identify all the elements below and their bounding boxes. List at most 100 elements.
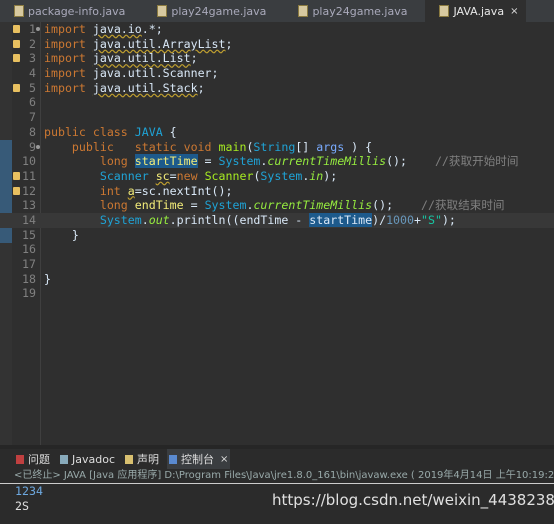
code-line: 6 — [0, 95, 554, 110]
line-number: 9 — [29, 139, 36, 154]
code-token: .println((endTime - — [169, 212, 310, 227]
code-text: long startTime = System.currentTimeMilli… — [44, 154, 518, 169]
panel-tab-icon — [169, 454, 177, 464]
code-line: 17 — [0, 257, 554, 272]
code-token: import — [44, 66, 86, 81]
line-number: 19 — [22, 286, 36, 301]
code-token: java.util.ArrayList — [92, 36, 226, 51]
panel-tab-0[interactable]: 问题 — [14, 449, 52, 469]
code-text: import java.util.Stack; — [44, 81, 205, 96]
code-token: endTime — [134, 198, 184, 213]
code-token: a — [127, 183, 135, 198]
code-text: import java.util.Scanner; — [44, 66, 219, 81]
code-text: import java.util.List; — [44, 51, 198, 66]
panel-tab-icon — [60, 454, 68, 464]
code-lines[interactable]: 1 import java.io.*; 2 import java.util.Arra… — [0, 22, 554, 301]
code-text: Scanner sc=new Scanner(System.in); — [44, 169, 337, 184]
code-token: import — [44, 22, 86, 36]
panel-tab-3[interactable]: 控制台 × — [167, 449, 231, 469]
code-token: main — [218, 139, 247, 154]
code-token: int — [44, 183, 128, 198]
line-number: 4 — [29, 66, 36, 81]
code-line: 9 public static void main(String[] args … — [0, 140, 554, 155]
line-number: 7 — [29, 110, 36, 125]
code-token: java.util.List — [92, 51, 191, 66]
tab-play24game-java[interactable]: play24game.java — [284, 0, 415, 22]
java-file-icon — [157, 5, 168, 17]
fold-toggle-icon[interactable] — [36, 144, 40, 149]
panel-tab-icon — [16, 454, 24, 464]
code-text: public static void main(String[] args ) … — [44, 140, 372, 155]
code-token: java.util.Scanner; — [85, 66, 219, 81]
code-token: //获取开始时间 — [434, 154, 519, 169]
tab-play24game-java[interactable]: play24game.java — [143, 0, 274, 22]
code-token: System — [44, 212, 142, 227]
code-token: startTime — [134, 154, 198, 169]
code-token: public static void — [44, 139, 219, 154]
line-number: 1 — [29, 22, 36, 36]
code-line: 13 long endTime = System.currentTimeMill… — [0, 198, 554, 213]
code-token: out — [148, 212, 170, 227]
code-token: startTime — [309, 212, 373, 227]
console-header: <已终止> JAVA [Java 应用程序] D:\Program Files\… — [0, 469, 554, 484]
code-token: ; — [190, 51, 198, 66]
code-token: in — [309, 168, 324, 183]
tab-label: play24game.java — [171, 4, 267, 18]
code-text: long endTime = System.currentTimeMillis(… — [44, 198, 505, 213]
code-token: currentTimeMillis — [253, 198, 373, 213]
code-token: "S" — [420, 212, 442, 227]
code-token: java.util.Stack — [92, 80, 198, 95]
tab-package-info-java[interactable]: package-info.java — [0, 0, 133, 22]
code-token: } — [44, 271, 51, 286]
code-token: [] — [295, 139, 317, 154]
code-token: Scanner — [44, 168, 156, 183]
line-number: 8 — [29, 124, 36, 139]
code-token: =sc.nextInt(); — [134, 183, 233, 198]
code-token: System — [204, 198, 247, 213]
line-number: 2 — [29, 36, 36, 51]
line-number: 12 — [22, 183, 36, 198]
fold-toggle-icon[interactable] — [36, 27, 40, 31]
code-token: ) { — [344, 139, 373, 154]
code-token: ); — [323, 168, 338, 183]
code-text: int a=sc.nextInt(); — [44, 183, 233, 199]
code-token: args — [316, 139, 345, 154]
tab-label: package-info.java — [28, 4, 126, 18]
code-token: long — [44, 154, 135, 169]
code-token: (); — [372, 198, 421, 213]
code-token: //获取结束时间 — [421, 198, 505, 213]
code-token: java.io — [92, 22, 142, 36]
code-token: ); — [441, 212, 456, 227]
line-number: 10 — [22, 154, 36, 169]
code-token: . — [141, 212, 149, 227]
close-icon[interactable]: × — [510, 6, 518, 17]
close-icon[interactable]: × — [220, 454, 228, 465]
panel-tab-icon — [125, 454, 133, 464]
code-token: import — [44, 51, 86, 66]
code-line: 8 public class JAVA { — [0, 125, 554, 140]
code-token: (); — [386, 154, 435, 169]
panel-tab-2[interactable]: 声明 — [123, 449, 161, 469]
code-editor[interactable]: 1 import java.io.*; 2 import java.util.Arra… — [0, 22, 554, 445]
tab-java-java[interactable]: JAVA.java × — [425, 0, 527, 22]
panel-tab-1[interactable]: Javadoc — [58, 449, 117, 469]
code-line: 2 import java.util.ArrayList; — [0, 37, 554, 52]
line-number: 18 — [22, 271, 36, 286]
code-text: } — [44, 228, 79, 243]
code-line: 14 System.out.println((endTime - startTi… — [0, 212, 554, 228]
code-token: .*; — [141, 22, 163, 36]
code-token: sc — [155, 168, 170, 183]
code-token: { — [162, 124, 177, 139]
line-number: 16 — [22, 242, 36, 257]
line-number: 6 — [29, 95, 36, 110]
code-token: System — [218, 154, 261, 169]
code-line: 18} — [0, 272, 554, 287]
code-line: 19 — [0, 286, 554, 301]
line-number: 14 — [22, 212, 36, 227]
tab-label: JAVA.java — [453, 4, 505, 18]
code-line: 12 int a=sc.nextInt(); — [0, 184, 554, 199]
code-token: = — [197, 154, 219, 169]
